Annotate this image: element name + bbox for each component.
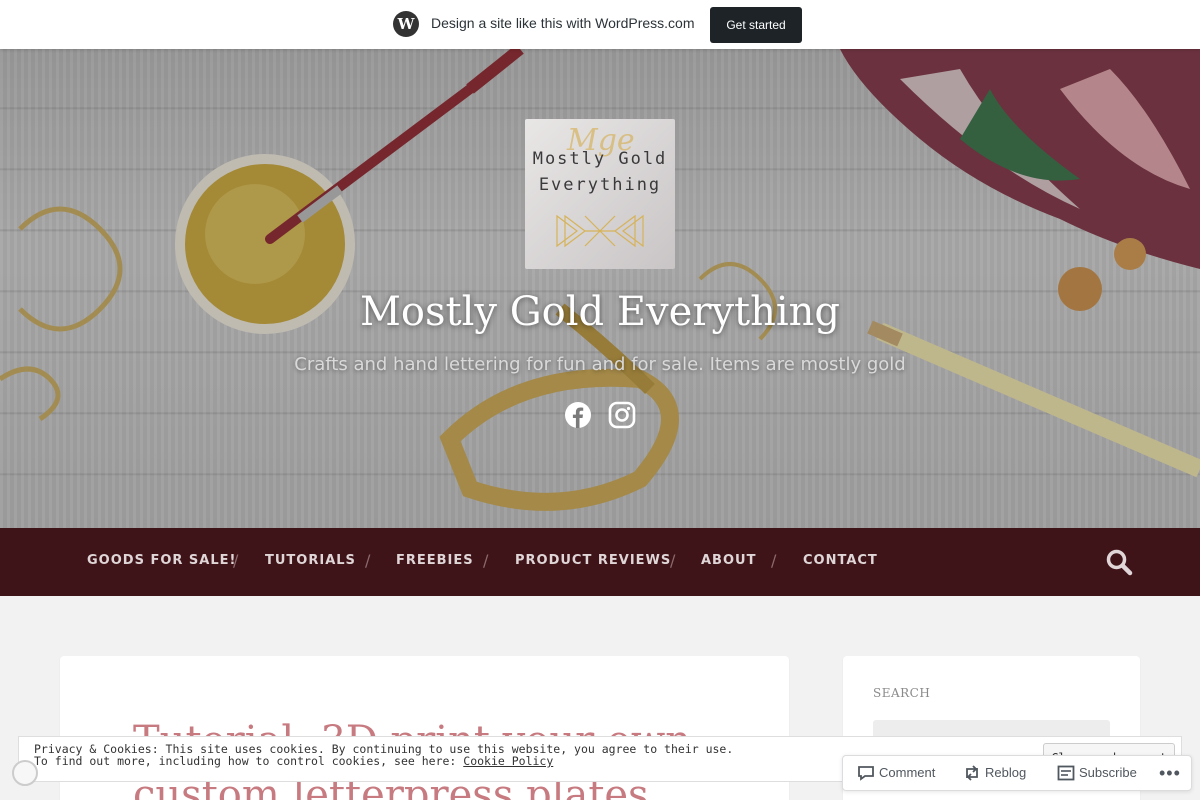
nav-item-freebies[interactable]: FREEBIES (396, 553, 474, 568)
site-logo[interactable]: Mge Mostly Gold Everything (525, 119, 675, 269)
subscribe-icon (1057, 765, 1075, 781)
nav-separator: / (365, 551, 371, 570)
comment-button[interactable]: Comment (857, 756, 957, 790)
nav-item-contact[interactable]: CONTACT (803, 553, 878, 568)
nav-item-tutorials[interactable]: TUTORIALS (265, 553, 356, 568)
comment-label: Comment (879, 765, 936, 780)
action-bar: Comment Reblog Subscribe ••• (842, 755, 1192, 791)
cookie-more-info: To find out more, including how to contr… (34, 754, 553, 768)
search-icon[interactable] (1105, 548, 1133, 576)
banner-message[interactable]: Design a site like this with WordPress.c… (431, 15, 695, 31)
instagram-icon[interactable] (608, 401, 636, 429)
site-tagline: Crafts and hand lettering for fun and fo… (294, 354, 906, 375)
nav-separator: / (771, 551, 777, 570)
cookie-policy-link[interactable]: Cookie Policy (463, 754, 553, 768)
wordpress-logo-icon[interactable]: W (393, 11, 419, 37)
get-started-button[interactable]: Get started (710, 7, 802, 43)
main-navigation: GOODS FOR SALE! / TUTORIALS / FREEBIES /… (0, 528, 1200, 596)
nav-separator: / (233, 551, 239, 570)
reblog-icon (966, 765, 978, 781)
site-header: Mge Mostly Gold Everything Mostly Gold E… (0, 49, 1200, 528)
site-title[interactable]: Mostly Gold Everything (0, 289, 1200, 335)
comment-icon (858, 766, 874, 781)
reblog-label: Reblog (985, 765, 1027, 780)
nav-item-product-reviews[interactable]: PRODUCT REVIEWS (515, 553, 671, 568)
subscribe-label: Subscribe (1079, 765, 1137, 780)
nav-separator: / (483, 551, 489, 570)
cookie-more-text: To find out more, including how to contr… (34, 754, 464, 768)
facebook-icon[interactable] (564, 401, 592, 429)
more-options-icon[interactable]: ••• (1159, 756, 1185, 790)
wordpress-banner: W Design a site like this with WordPress… (0, 0, 1200, 49)
widget-title: SEARCH (873, 686, 931, 700)
nav-item-about[interactable]: ABOUT (701, 553, 756, 568)
subscribe-button[interactable]: Subscribe (1057, 756, 1157, 790)
logo-geometric-icon (556, 214, 644, 248)
loading-spinner-icon (12, 760, 38, 786)
nav-separator: / (670, 551, 676, 570)
reblog-button[interactable]: Reblog (963, 756, 1043, 790)
nav-item-goods-for-sale[interactable]: GOODS FOR SALE! (87, 553, 236, 568)
